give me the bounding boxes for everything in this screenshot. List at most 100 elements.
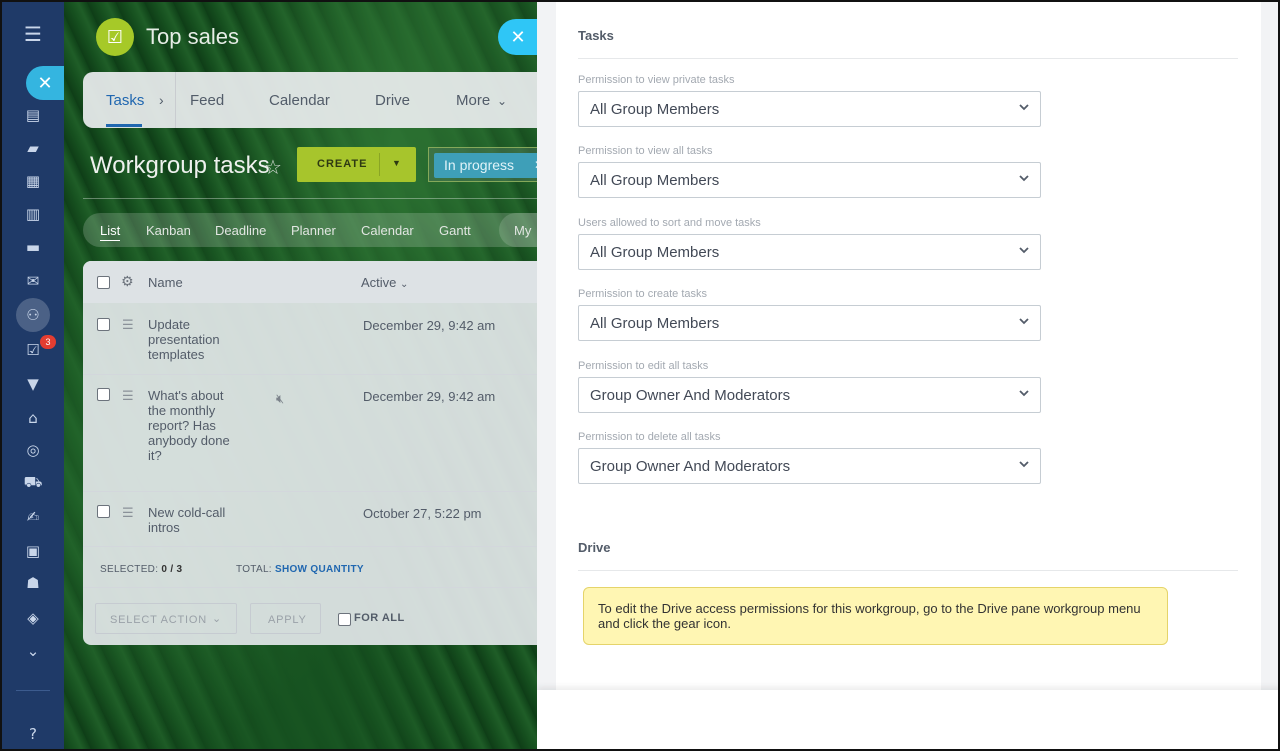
apply-button[interactable]: APPLY bbox=[250, 603, 321, 634]
column-name[interactable]: Name bbox=[148, 275, 183, 290]
table-row[interactable]: ☰ What's about the monthly report? Has a… bbox=[83, 375, 538, 492]
chevron-down-icon bbox=[1019, 175, 1029, 182]
hamburger-menu-icon[interactable]: ☰ bbox=[19, 22, 47, 46]
mail-icon[interactable]: ✉ bbox=[19, 269, 47, 293]
select-view-all-tasks[interactable]: All Group Members bbox=[578, 162, 1041, 198]
select-value: All Group Members bbox=[590, 101, 720, 118]
create-label: CREATE bbox=[317, 158, 368, 170]
task-name[interactable]: New cold-call intros bbox=[148, 505, 238, 535]
select-action-dropdown[interactable]: SELECT ACTION ⌄ bbox=[95, 603, 237, 634]
calendar-icon[interactable]: ▦ bbox=[19, 169, 47, 193]
view-gantt[interactable]: Gantt bbox=[439, 223, 471, 238]
perm-label-edit-all: Permission to edit all tasks bbox=[578, 360, 709, 372]
row-checkbox[interactable] bbox=[97, 505, 110, 518]
document-icon[interactable]: ▥ bbox=[19, 202, 47, 226]
perm-label-sort-move: Users allowed to sort and move tasks bbox=[578, 217, 761, 229]
table-row[interactable]: ☰ New cold-call intros October 27, 5:22 … bbox=[83, 492, 538, 547]
star-icon[interactable]: ☆ bbox=[264, 155, 282, 180]
task-date: October 27, 5:22 pm bbox=[363, 506, 482, 521]
title-divider bbox=[83, 198, 538, 199]
select-value: All Group Members bbox=[590, 244, 720, 261]
tab-calendar[interactable]: Calendar bbox=[269, 92, 330, 109]
select-value: Group Owner And Moderators bbox=[590, 387, 791, 404]
close-sidebar-icon[interactable]: ✕ bbox=[26, 66, 64, 100]
tab-separator bbox=[175, 72, 176, 128]
create-button[interactable]: CREATE ▼ bbox=[297, 147, 416, 182]
chevron-down-icon bbox=[1019, 461, 1029, 468]
tab-more[interactable]: More bbox=[456, 92, 490, 109]
drag-handle-icon[interactable]: ☰ bbox=[122, 388, 134, 404]
workgroup-title: Top sales bbox=[146, 24, 239, 49]
select-all-checkbox[interactable] bbox=[97, 276, 110, 289]
perm-label-delete-all: Permission to delete all tasks bbox=[578, 431, 721, 443]
task-date: December 29, 9:42 am bbox=[363, 389, 496, 404]
close-slider-button[interactable]: ✕ bbox=[498, 19, 538, 55]
section-divider bbox=[578, 570, 1238, 571]
tab-chevron-icon: › bbox=[159, 92, 164, 108]
select-delete-all-tasks[interactable]: Group Owner And Moderators bbox=[578, 448, 1041, 484]
for-all-checkbox[interactable] bbox=[338, 613, 351, 626]
select-value: All Group Members bbox=[590, 315, 720, 332]
workgroups-icon[interactable]: ⚇ bbox=[19, 303, 47, 327]
gear-icon[interactable]: ⚙ bbox=[121, 273, 134, 290]
row-checkbox[interactable] bbox=[97, 318, 110, 331]
drive-notice: To edit the Drive access permissions for… bbox=[583, 587, 1168, 645]
signature-icon[interactable]: ✍ bbox=[19, 505, 47, 529]
more-chevron-icon[interactable]: ⌄ bbox=[497, 94, 507, 108]
drive-icon[interactable]: ▬ bbox=[19, 235, 47, 259]
footer-divider bbox=[83, 587, 538, 588]
drag-handle-icon[interactable]: ☰ bbox=[122, 505, 134, 521]
box-icon[interactable]: ◈ bbox=[19, 606, 47, 630]
tab-drive[interactable]: Drive bbox=[375, 92, 410, 109]
task-name[interactable]: Update presentation templates bbox=[148, 317, 238, 362]
permissions-card: Tasks Permission to view private tasks A… bbox=[556, 2, 1261, 690]
section-title-drive: Drive bbox=[578, 540, 611, 555]
tab-tasks[interactable]: Tasks bbox=[106, 92, 144, 109]
select-action-label: SELECT ACTION bbox=[110, 614, 207, 626]
section-divider bbox=[578, 58, 1238, 59]
view-calendar[interactable]: Calendar bbox=[361, 223, 414, 238]
total-counter: TOTAL: SHOW QUANTITY bbox=[236, 564, 364, 575]
select-view-private-tasks[interactable]: All Group Members bbox=[578, 91, 1041, 127]
row-checkbox[interactable] bbox=[97, 388, 110, 401]
workgroup-logo-icon: ☑ bbox=[96, 18, 134, 56]
create-dropdown-icon[interactable]: ▼ bbox=[392, 158, 402, 168]
select-value: All Group Members bbox=[590, 172, 720, 189]
task-name[interactable]: What's about the monthly report? Has any… bbox=[148, 388, 238, 463]
panel-footer bbox=[537, 690, 1278, 749]
news-icon[interactable]: ▤ bbox=[19, 103, 47, 127]
view-deadline[interactable]: Deadline bbox=[215, 223, 266, 238]
tasks-grid: ⚙ Name Active ⌄ ☰ Update presentation te… bbox=[83, 261, 538, 645]
more-chevron-icon[interactable]: ⌄ bbox=[19, 639, 47, 663]
perm-label-view-private: Permission to view private tasks bbox=[578, 74, 735, 86]
sidebar-divider bbox=[16, 690, 50, 691]
tab-feed[interactable]: Feed bbox=[190, 92, 224, 109]
drag-handle-icon[interactable]: ☰ bbox=[122, 317, 134, 333]
select-edit-all-tasks[interactable]: Group Owner And Moderators bbox=[578, 377, 1041, 413]
mute-icon[interactable]: 🔇︎ bbox=[276, 391, 284, 407]
active-tab-indicator bbox=[106, 124, 142, 127]
column-active-label: Active bbox=[361, 275, 397, 290]
cart-icon[interactable]: ⛟ bbox=[19, 471, 47, 495]
view-planner[interactable]: Planner bbox=[291, 223, 336, 238]
robot-icon[interactable]: ☗ bbox=[19, 571, 47, 595]
target-icon[interactable]: ◎ bbox=[19, 438, 47, 462]
chat-icon[interactable]: ▰ bbox=[19, 136, 47, 160]
column-active[interactable]: Active ⌄ bbox=[361, 275, 408, 290]
filter-search-box[interactable]: In progress ✕ bbox=[428, 147, 544, 182]
select-create-tasks[interactable]: All Group Members bbox=[578, 305, 1041, 341]
chevron-down-icon bbox=[1019, 390, 1029, 397]
view-kanban[interactable]: Kanban bbox=[146, 223, 191, 238]
select-sort-move-tasks[interactable]: All Group Members bbox=[578, 234, 1041, 270]
selected-label: SELECTED: bbox=[100, 564, 159, 575]
bank-icon[interactable]: ⌂ bbox=[19, 406, 47, 430]
filter-icon[interactable]: ▼ bbox=[19, 372, 47, 396]
workgroup-tabs: Tasks › Feed Calendar Drive More ⌄ bbox=[83, 72, 538, 128]
filter-chip[interactable]: In progress ✕ bbox=[434, 153, 544, 178]
view-list[interactable]: List bbox=[100, 223, 121, 241]
contact-card-icon[interactable]: ▣ bbox=[19, 539, 47, 563]
show-quantity-link[interactable]: SHOW QUANTITY bbox=[275, 564, 364, 575]
help-icon[interactable]: ? bbox=[19, 722, 47, 746]
chevron-down-icon: ⌄ bbox=[212, 613, 223, 625]
table-row[interactable]: ☰ Update presentation templates December… bbox=[83, 303, 538, 375]
